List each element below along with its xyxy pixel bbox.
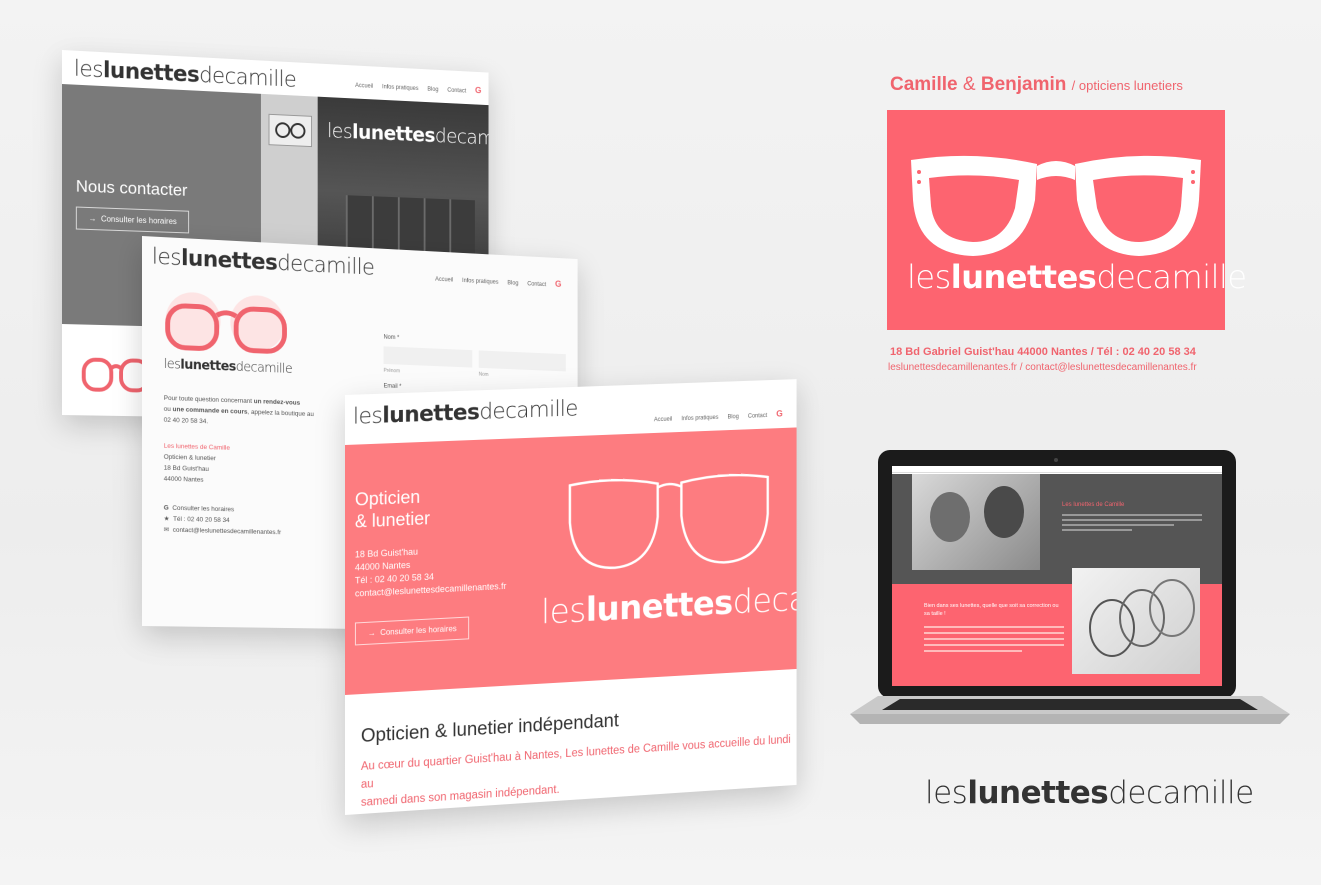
nav-item-accueil[interactable]: Accueil xyxy=(654,417,672,424)
site-logo[interactable]: leslunettesdecamille xyxy=(152,245,375,281)
site-logo[interactable]: leslunettesdecamille xyxy=(353,397,578,430)
first-name-field[interactable] xyxy=(383,346,473,368)
google-icon[interactable]: G xyxy=(475,85,481,95)
nav-item-contact[interactable]: Contact xyxy=(447,88,466,95)
hours-button[interactable]: → Consulter les horaires xyxy=(75,206,190,234)
glasses-logo-icon xyxy=(164,287,291,367)
card-address: 18 Bd Gabriel Guist'hau 44000 Nantes / T… xyxy=(890,346,1196,358)
star-icon: ★ xyxy=(163,515,170,523)
nav-item-accueil[interactable]: Accueil xyxy=(355,83,373,90)
about-title: Les lunettes de Camille xyxy=(1062,502,1125,508)
glasses-logo-icon xyxy=(905,150,1207,265)
envelope-icon: ✉ xyxy=(163,526,170,534)
founders-photo xyxy=(912,474,1040,570)
main-nav: Accueil Infos pratiques Blog Contact G xyxy=(435,273,568,289)
nav-item-infos[interactable]: Infos pratiques xyxy=(462,278,498,286)
google-icon[interactable]: G xyxy=(776,409,783,419)
contact-links: G Consulter les horaires ★ Tél : 02 40 2… xyxy=(164,503,281,539)
nav-item-blog[interactable]: Blog xyxy=(427,87,438,93)
card-header: Camille & Benjamin / opticiens lunetiers xyxy=(890,74,1183,95)
arrow-right-icon: → xyxy=(88,213,97,224)
nav-item-accueil[interactable]: Accueil xyxy=(435,277,453,284)
glasses-illustration-icon xyxy=(82,355,151,401)
last-name-sublabel: Nom xyxy=(478,371,489,378)
hero-title: Opticien & lunetier xyxy=(354,486,431,532)
main-nav: Accueil Infos pratiques Blog Contact G xyxy=(654,408,790,424)
glasses-photo xyxy=(1072,568,1200,674)
hours-button[interactable]: → Consulter les horaires xyxy=(354,616,470,646)
hero-banner: Opticien & lunetier 18 Bd Guist'hau 4400… xyxy=(345,427,797,695)
laptop-keyboard-base xyxy=(850,696,1290,728)
section-title: Opticien & lunetier indépendant xyxy=(360,710,619,748)
laptop-mockup: Les lunettes de Camille Bien dans ses lu… xyxy=(878,450,1236,698)
nav-item-blog[interactable]: Blog xyxy=(507,280,518,286)
laptop-screen: Les lunettes de Camille Bien dans ses lu… xyxy=(892,466,1222,686)
last-name-field[interactable] xyxy=(478,350,566,372)
quote-section: Bien dans ses lunettes, quelle que soit … xyxy=(892,568,1222,686)
email-label: Email * xyxy=(383,383,402,390)
contact-intro: Pour toute question concernant un rendez… xyxy=(163,394,314,426)
brand-logo: leslunettesdecamille xyxy=(925,775,1254,811)
glasses-sign-icon xyxy=(268,113,313,148)
name-label: Nom * xyxy=(383,334,400,342)
google-icon: G xyxy=(163,504,169,512)
home-page-mockup: leslunettesdecamille Accueil Infos prati… xyxy=(345,379,797,815)
first-name-sublabel: Prénom xyxy=(383,367,401,375)
hero-contact: 18 Bd Guist'hau 44000 Nantes Tél : 02 40… xyxy=(354,546,507,599)
quote-title: Bien dans ses lunettes, quelle que soit … xyxy=(924,603,1059,617)
email-link[interactable]: ✉ contact@leslunettesdecamillenantes.fr xyxy=(164,525,281,539)
business-card: leslunettesdecamille xyxy=(887,110,1247,330)
card-logo: leslunettesdecamille xyxy=(907,258,1247,296)
google-icon[interactable]: G xyxy=(555,279,561,289)
page-heading: Nous contacter xyxy=(75,176,188,200)
about-text-lines xyxy=(1062,514,1202,531)
nav-item-blog[interactable]: Blog xyxy=(728,414,739,420)
arrow-right-icon: → xyxy=(367,628,376,638)
quote-text-lines xyxy=(924,626,1064,652)
glasses-outline-icon xyxy=(562,465,775,587)
nav-item-infos[interactable]: Infos pratiques xyxy=(382,84,418,92)
card-emails: leslunettesdecamillenantes.fr / contact@… xyxy=(888,362,1197,373)
main-nav: Accueil Infos pratiques Blog Contact G xyxy=(355,79,488,95)
address-block: Les lunettes de Camille Opticien & lunet… xyxy=(163,442,230,484)
webcam-icon xyxy=(1054,458,1058,462)
nav-item-contact[interactable]: Contact xyxy=(527,281,546,288)
nav-item-contact[interactable]: Contact xyxy=(748,413,767,420)
storefront-sign-logo: leslunettesdecamille xyxy=(327,118,489,151)
nav-item-infos[interactable]: Infos pratiques xyxy=(681,415,718,422)
